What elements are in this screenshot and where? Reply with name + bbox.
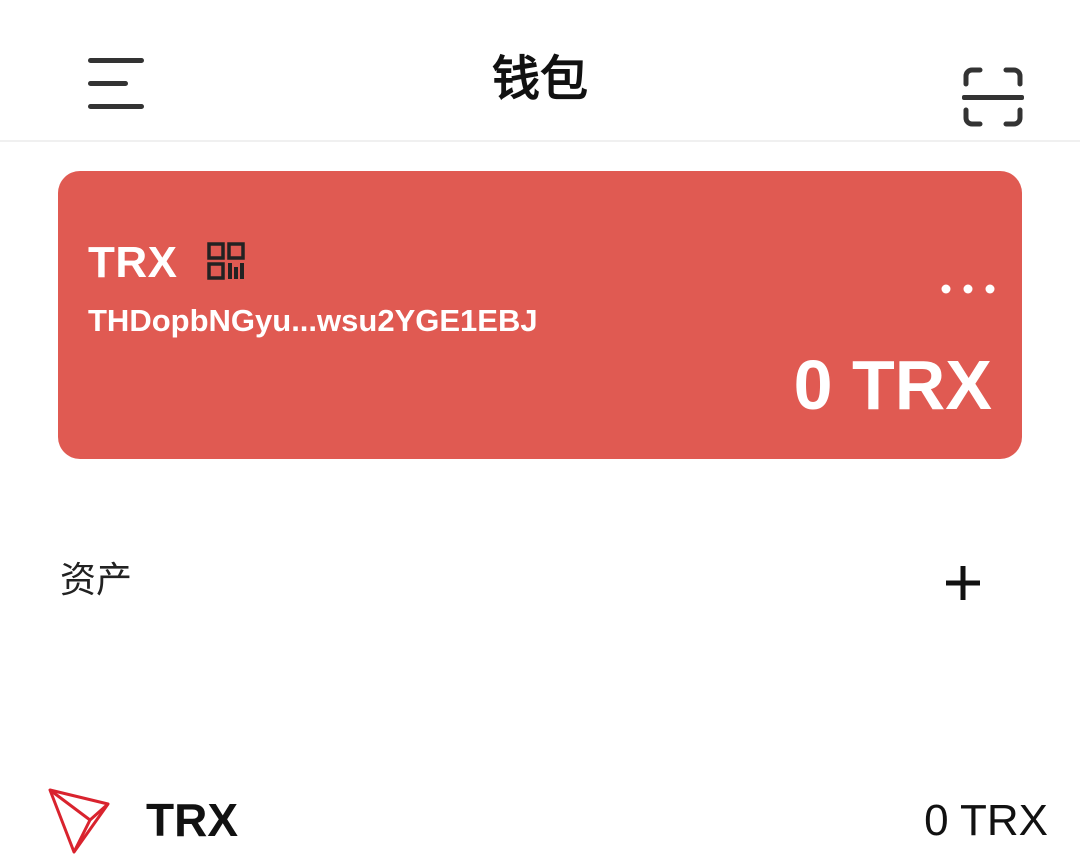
app-header: 钱包 <box>0 0 1080 142</box>
wallet-address[interactable]: THDopbNGyu...wsu2YGE1EBJ <box>88 301 538 341</box>
add-asset-button[interactable] <box>938 558 988 608</box>
scan-icon <box>962 67 1024 127</box>
asset-row[interactable]: TRX 0 TRX <box>0 770 1080 866</box>
wallet-card[interactable]: TRX THDopbNGyu...wsu2YGE1EBJ 0 TRX <box>58 171 1022 459</box>
wallet-more-button[interactable] <box>940 277 996 301</box>
wallet-qr-button[interactable] <box>206 241 246 281</box>
tron-logo-icon <box>48 788 110 854</box>
assets-section-title: 资产 <box>60 559 133 600</box>
wallet-balance: 0 TRX <box>793 346 992 424</box>
qr-code-icon <box>207 242 245 280</box>
wallet-symbol: TRX <box>88 238 178 287</box>
asset-balance: 0 TRX <box>924 796 1048 845</box>
asset-logo <box>46 780 112 856</box>
page-title: 钱包 <box>491 53 588 106</box>
scan-button[interactable] <box>958 62 1028 132</box>
asset-name: TRX <box>146 794 238 846</box>
more-horizontal-icon <box>941 284 995 294</box>
plus-icon <box>946 566 980 600</box>
